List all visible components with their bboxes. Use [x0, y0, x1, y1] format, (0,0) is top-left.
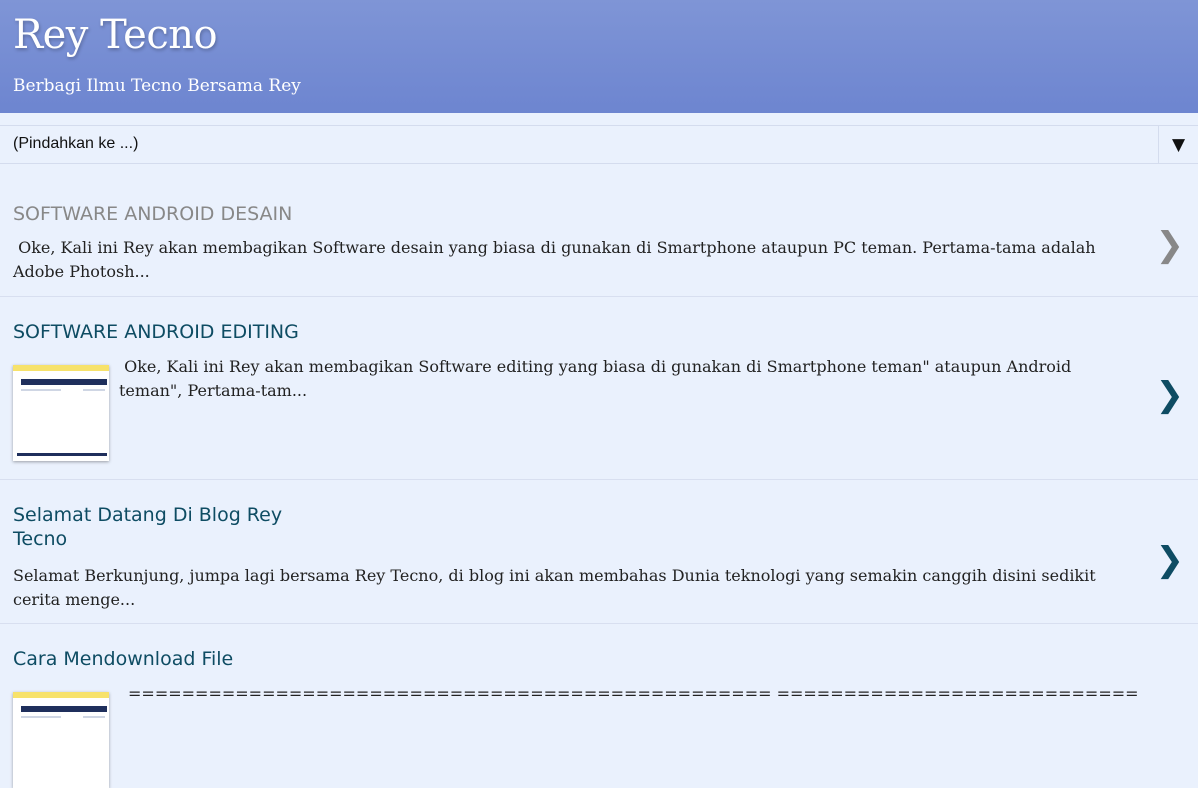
- blog-header: Rey Tecno Berbagi Ilmu Tecno Bersama Rey: [0, 0, 1198, 113]
- post-item[interactable]: Cara Mendownload File ==================…: [0, 624, 1198, 788]
- chevron-right-icon[interactable]: ❯: [1156, 225, 1185, 265]
- blog-title[interactable]: Rey Tecno: [13, 12, 218, 58]
- post-thumbnail[interactable]: [13, 365, 109, 461]
- chevron-right-icon[interactable]: ❯: [1156, 540, 1185, 580]
- post-snippet: ========================================…: [128, 684, 1138, 703]
- blog-description: Berbagi Ilmu Tecno Bersama Rey: [13, 76, 301, 96]
- post-item[interactable]: SOFTWARE ANDROID DESAIN Oke, Kali ini Re…: [0, 165, 1198, 297]
- post-item[interactable]: Selamat Datang Di Blog Rey Tecno Selamat…: [0, 480, 1198, 624]
- post-title-line: Tecno: [13, 528, 68, 550]
- post-title-line: Selamat Datang Di Blog Rey: [13, 504, 283, 526]
- post-thumbnail[interactable]: [13, 692, 109, 788]
- post-title[interactable]: Selamat Datang Di Blog Rey Tecno: [13, 503, 282, 551]
- chevron-right-icon[interactable]: ❯: [1156, 375, 1185, 415]
- page-nav-select[interactable]: (Pindahkan ke ...) ▼: [0, 125, 1198, 164]
- post-title[interactable]: Cara Mendownload File: [13, 647, 233, 671]
- post-snippet: Oke, Kali ini Rey akan membagikan Softwa…: [13, 238, 1101, 281]
- post-title[interactable]: SOFTWARE ANDROID DESAIN: [13, 202, 292, 226]
- dropdown-arrow-icon[interactable]: ▼: [1158, 126, 1198, 163]
- post-item[interactable]: SOFTWARE ANDROID EDITING Oke, Kali ini R…: [0, 297, 1198, 480]
- page-nav-select-label: (Pindahkan ke ...): [13, 135, 139, 152]
- post-snippet: Selamat Berkunjung, jumpa lagi bersama R…: [13, 566, 1096, 609]
- post-title[interactable]: SOFTWARE ANDROID EDITING: [13, 320, 299, 344]
- post-snippet: Oke, Kali ini Rey akan membagikan Softwa…: [119, 357, 1077, 400]
